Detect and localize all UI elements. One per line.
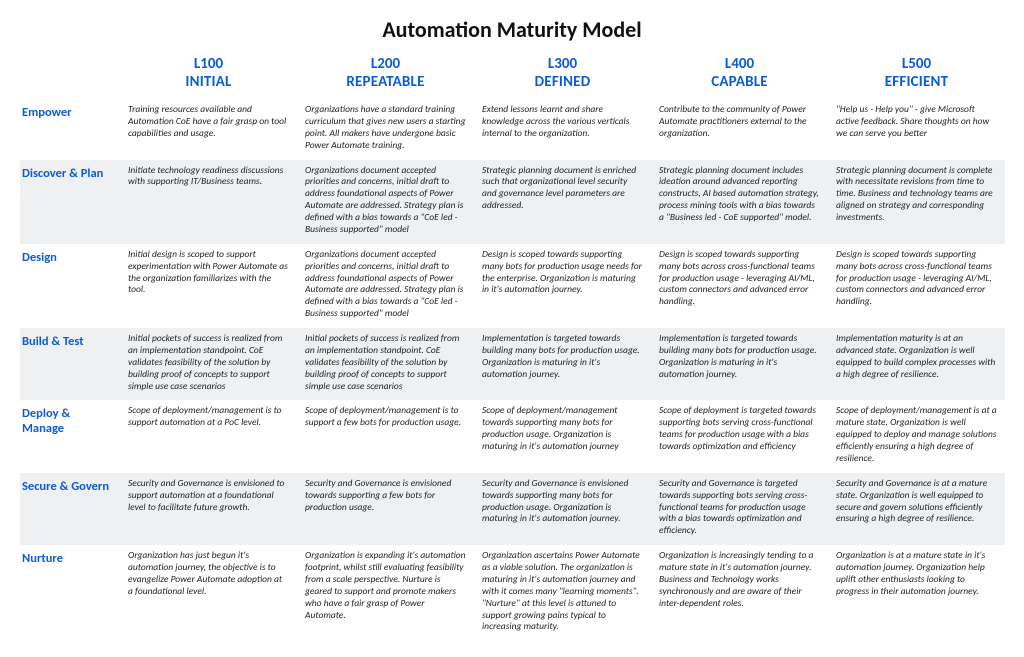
cell-deploy-l400: Scope of deployment is targeted towards … bbox=[651, 400, 828, 472]
cell-discover-l100: Initiate technology readiness discussion… bbox=[120, 160, 297, 244]
maturity-matrix-table: L100 INITIAL L200 REPEATABLE L300 DEFINE… bbox=[20, 51, 1005, 641]
level-code: L500 bbox=[834, 55, 999, 73]
row-label: Discover & Plan bbox=[20, 160, 120, 244]
cell-build-l100: Initial pockets of success is realized f… bbox=[120, 328, 297, 400]
corner-cell bbox=[20, 51, 120, 99]
level-header-row: L100 INITIAL L200 REPEATABLE L300 DEFINE… bbox=[20, 51, 1005, 99]
cell-nurture-l200: Organization is expanding it's automatio… bbox=[297, 545, 474, 641]
cell-deploy-l200: Scope of deployment/management is to sup… bbox=[297, 400, 474, 472]
level-header-l100: L100 INITIAL bbox=[120, 51, 297, 99]
cell-design-l200: Organizations document accepted prioriti… bbox=[297, 244, 474, 328]
cell-empower-l400: Contribute to the community of Power Aut… bbox=[651, 99, 828, 160]
cell-build-l300: Implementation is targeted towards build… bbox=[474, 328, 651, 400]
level-name: EFFICIENT bbox=[834, 73, 999, 91]
cell-deploy-l100: Scope of deployment/management is to sup… bbox=[120, 400, 297, 472]
cell-design-l300: Design is scoped towards supporting many… bbox=[474, 244, 651, 328]
cell-build-l200: Initial pockets of success is realized f… bbox=[297, 328, 474, 400]
cell-discover-l300: Strategic planning document is enriched … bbox=[474, 160, 651, 244]
cell-secure-l400: Security and Governance is targeted towa… bbox=[651, 473, 828, 545]
level-header-l200: L200 REPEATABLE bbox=[297, 51, 474, 99]
cell-secure-l200: Security and Governance is envisioned to… bbox=[297, 473, 474, 545]
level-header-l400: L400 CAPABLE bbox=[651, 51, 828, 99]
row-build-test: Build & Test Initial pockets of success … bbox=[20, 328, 1005, 400]
cell-nurture-l500: Organization is at a mature state in it'… bbox=[828, 545, 1005, 641]
cell-empower-l200: Organizations have a standard training c… bbox=[297, 99, 474, 160]
level-code: L200 bbox=[303, 55, 468, 73]
row-label: Nurture bbox=[20, 545, 120, 641]
cell-discover-l200: Organizations document accepted prioriti… bbox=[297, 160, 474, 244]
cell-design-l100: Initial design is scoped to support expe… bbox=[120, 244, 297, 328]
cell-empower-l500: "Help us - Help you" - give Microsoft ac… bbox=[828, 99, 1005, 160]
level-name: REPEATABLE bbox=[303, 73, 468, 91]
level-name: CAPABLE bbox=[657, 73, 822, 91]
cell-secure-l100: Security and Governance is envisioned to… bbox=[120, 473, 297, 545]
level-code: L400 bbox=[657, 55, 822, 73]
cell-empower-l100: Training resources available and Automat… bbox=[120, 99, 297, 160]
level-header-l300: L300 DEFINED bbox=[474, 51, 651, 99]
level-name: DEFINED bbox=[480, 73, 645, 91]
page-title: Automation Maturity Model bbox=[20, 16, 1004, 43]
cell-empower-l300: Extend lessons learnt and share knowledg… bbox=[474, 99, 651, 160]
row-design: Design Initial design is scoped to suppo… bbox=[20, 244, 1005, 328]
row-label: Secure & Govern bbox=[20, 473, 120, 545]
cell-build-l500: Implementation maturity is at an advance… bbox=[828, 328, 1005, 400]
level-code: L100 bbox=[126, 55, 291, 73]
level-code: L300 bbox=[480, 55, 645, 73]
row-empower: Empower Training resources available and… bbox=[20, 99, 1005, 160]
cell-discover-l500: Strategic planning document is complete … bbox=[828, 160, 1005, 244]
cell-nurture-l400: Organization is increasingly tending to … bbox=[651, 545, 828, 641]
row-nurture: Nurture Organization has just begun it's… bbox=[20, 545, 1005, 641]
level-header-l500: L500 EFFICIENT bbox=[828, 51, 1005, 99]
row-discover-plan: Discover & Plan Initiate technology read… bbox=[20, 160, 1005, 244]
row-deploy-manage: Deploy & Manage Scope of deployment/mana… bbox=[20, 400, 1005, 472]
cell-deploy-l500: Scope of deployment/management is at a m… bbox=[828, 400, 1005, 472]
cell-build-l400: Implementation is targeted towards build… bbox=[651, 328, 828, 400]
cell-design-l400: Design is scoped towards supporting many… bbox=[651, 244, 828, 328]
cell-secure-l300: Security and Governance is envisioned to… bbox=[474, 473, 651, 545]
row-label: Empower bbox=[20, 99, 120, 160]
row-label: Deploy & Manage bbox=[20, 400, 120, 472]
cell-nurture-l100: Organization has just begun it's automat… bbox=[120, 545, 297, 641]
cell-secure-l500: Security and Governance is at a mature s… bbox=[828, 473, 1005, 545]
cell-discover-l400: Strategic planning document includes ide… bbox=[651, 160, 828, 244]
row-secure-govern: Secure & Govern Security and Governance … bbox=[20, 473, 1005, 545]
cell-deploy-l300: Scope of deployment/management towards s… bbox=[474, 400, 651, 472]
level-name: INITIAL bbox=[126, 73, 291, 91]
row-label: Design bbox=[20, 244, 120, 328]
row-label: Build & Test bbox=[20, 328, 120, 400]
cell-nurture-l300: Organization ascertains Power Automate a… bbox=[474, 545, 651, 641]
cell-design-l500: Design is scoped towards supporting many… bbox=[828, 244, 1005, 328]
